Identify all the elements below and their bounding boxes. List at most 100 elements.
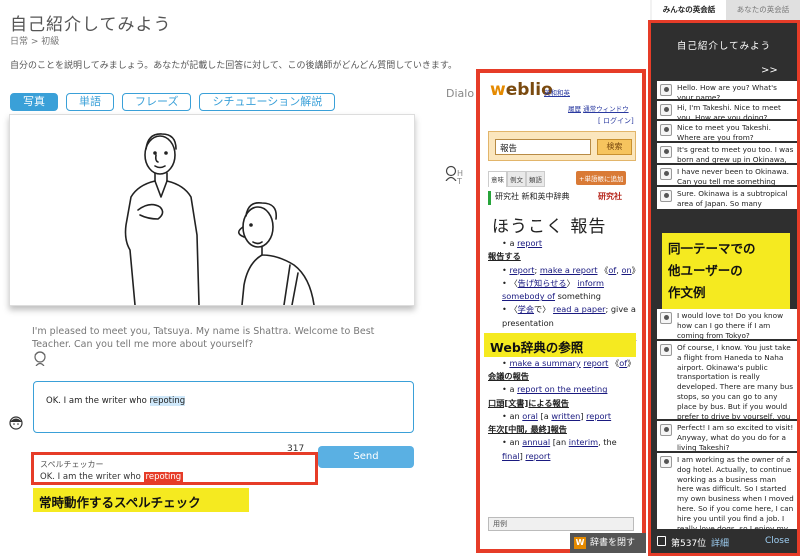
entry-text: [an <box>550 437 569 448</box>
entry-text: 《 <box>597 264 609 275</box>
avatar <box>660 424 672 436</box>
tab-your-conversation[interactable]: あなたの英会話 <box>726 0 800 20</box>
entry-item: 〈学会で〉 read a paper; give a presentation <box>502 303 640 330</box>
entry-link[interactable]: on <box>621 265 631 275</box>
add-to-wordbook-button[interactable]: +単語帳に追加 <box>576 171 627 185</box>
entry-text: 年次[中間, 最終]報告 <box>488 424 567 435</box>
entry-link[interactable]: 告げ知らせる <box>518 278 567 288</box>
entry-link[interactable]: make a report <box>540 265 598 275</box>
post-item[interactable]: I am working as the owner of a dog hotel… <box>657 453 797 529</box>
tab-phrases[interactable]: フレーズ <box>122 93 192 111</box>
login-link[interactable]: [ ログイン] <box>598 116 634 126</box>
tab-examples[interactable]: 例文 <box>507 171 526 187</box>
entry-text: 》 <box>631 264 640 275</box>
next-arrows[interactable]: >> <box>761 65 778 76</box>
detail-link[interactable]: 詳細 <box>711 536 729 549</box>
weblio-bottom-bar: 用例 <box>488 517 634 531</box>
panel-footer: 第537位 詳細 Close <box>651 529 797 553</box>
send-button[interactable]: Send <box>318 446 414 468</box>
post-item[interactable]: I have never been to Okinawa. Can you te… <box>657 165 797 185</box>
dictionary-logo: 研究社 <box>598 192 622 201</box>
history-link[interactable]: 履歴 <box>568 105 581 113</box>
close-link[interactable]: Close <box>765 536 790 546</box>
post-item[interactable]: Of course, I know. You just take a fligh… <box>657 341 797 419</box>
tab-meaning[interactable]: 意味 <box>488 171 507 187</box>
weblio-links: 履歴 通常ウィンドウ <box>568 103 629 113</box>
tab-photo[interactable]: 写真 <box>10 93 58 111</box>
entry-item: report; make a report 《of, on》 <box>502 264 640 277</box>
post-text: I would love to! Do you know how can I g… <box>677 311 784 339</box>
entry-link[interactable]: inform <box>577 278 604 288</box>
entry-link[interactable]: interim <box>569 437 598 447</box>
entry-link[interactable]: of <box>619 358 627 368</box>
tab-everyones-conversation[interactable]: みんなの英会話 <box>652 0 726 20</box>
panel-title: 自己紹介してみよう <box>676 41 772 52</box>
tab-vocabulary[interactable]: 単語 <box>66 93 114 111</box>
entry-link[interactable]: report <box>509 265 534 275</box>
post-item[interactable]: Sure. Okinawa is a subtropical area of J… <box>657 187 797 209</box>
entry-link[interactable]: report on the meeting <box>517 384 607 394</box>
post-item[interactable]: Perfect! I am so excited to visit! Anywa… <box>657 421 797 451</box>
entry-item: a report on the meeting <box>502 383 640 396</box>
spellchecker-title: スペルチェッカー <box>40 460 104 469</box>
misspelled-word[interactable]: repoting <box>143 472 184 482</box>
entry-text: で〉 <box>534 304 554 315</box>
entry-text: 口頭[文書]による報告 <box>488 397 569 408</box>
entry-item: a report <box>502 237 640 250</box>
close-dictionary-button[interactable]: W 辞書を閉す <box>570 533 646 553</box>
tab-synonyms[interactable]: 類語 <box>526 171 545 187</box>
answer-textarea[interactable]: OK. I am the writer who repoting <box>33 381 414 433</box>
dialog-preview: H T <box>457 169 464 186</box>
avatar <box>660 168 672 180</box>
weblio-dictionary-panel: weblio 英和和英 履歴 通常ウィンドウ [ ログイン] 報告 検索 意味 … <box>476 69 646 553</box>
avatar <box>660 104 672 116</box>
user-examples-panel: 自己紹介してみよう >> Hello. How are you? What's … <box>648 20 800 556</box>
weblio-subtitle-link[interactable]: 英和和英 <box>544 87 570 97</box>
avatar <box>445 165 457 181</box>
entry-link[interactable]: report <box>525 451 550 461</box>
entry-text: a <box>509 238 518 248</box>
entry-link[interactable]: 学会 <box>518 304 534 314</box>
post-text: Hi, I'm Takeshi. Nice to meet you. How a… <box>677 103 781 119</box>
entry-item: an oral [a written] report <box>502 410 640 423</box>
post-item[interactable]: Hi, I'm Takeshi. Nice to meet you. How a… <box>657 101 797 119</box>
lesson-tabs: 写真 単語 フレーズ シチュエーション解説 <box>10 93 336 111</box>
post-item[interactable]: It's great to meet you too. I was born a… <box>657 143 797 163</box>
entry-link[interactable]: final <box>502 451 520 461</box>
entry-subheading: 会議の報告 <box>488 370 640 383</box>
post-text: Sure. Okinawa is a subtropical area of J… <box>677 189 788 208</box>
weblio-search-input[interactable]: 報告 <box>495 139 591 155</box>
entry-link[interactable]: annual <box>522 437 550 447</box>
post-text: It's great to meet you too. I was born a… <box>677 145 794 163</box>
post-item[interactable]: Nice to meet you Takeshi. Where are you … <box>657 121 797 141</box>
dialog-heading: Dialo <box>446 87 475 100</box>
post-item[interactable]: I would love to! Do you know how can I g… <box>657 309 797 339</box>
entry-text: 〈 <box>509 304 518 315</box>
callout-spellcheck: 常時動作するスペルチェック <box>33 488 249 512</box>
entry-text: 会議の報告 <box>488 370 529 381</box>
entry-link[interactable]: report <box>517 238 542 248</box>
tab-situation[interactable]: シチュエーション解説 <box>199 93 336 111</box>
entry-link[interactable]: report <box>586 411 611 421</box>
weblio-search-button[interactable]: 検索 <box>597 139 632 155</box>
callout-weblio: Web辞典の参照 <box>484 333 636 357</box>
dictionary-headword: ほうこく 報告 <box>492 217 607 237</box>
entry-link[interactable]: oral <box>522 411 538 421</box>
entry-link[interactable]: somebody of <box>502 291 555 301</box>
spellchecker-text: OK. I am the writer who repoting <box>40 472 184 482</box>
avatar <box>660 344 672 356</box>
entry-link[interactable]: make a summary <box>509 358 580 368</box>
entry-link[interactable]: read a paper <box>553 304 605 314</box>
entry-link[interactable]: report <box>583 358 608 368</box>
post-item[interactable]: Hello. How are you? What's your name? <box>657 81 797 99</box>
breadcrumb[interactable]: 日常 > 初級 <box>10 34 59 47</box>
entry-link[interactable]: written <box>551 411 580 421</box>
entry-subheading: 報告する <box>488 250 640 263</box>
entry-item: make a summary report 《of》 <box>502 357 640 370</box>
post-text: Nice to meet you Takeshi. Where are you … <box>677 123 771 141</box>
selected-word: repoting <box>149 396 186 406</box>
post-text: Of course, I know. You just take a fligh… <box>677 343 794 419</box>
normal-window-link[interactable]: 通常ウィンドウ <box>583 105 629 113</box>
entry-text: 〉 <box>566 277 578 288</box>
avatar <box>660 146 672 158</box>
